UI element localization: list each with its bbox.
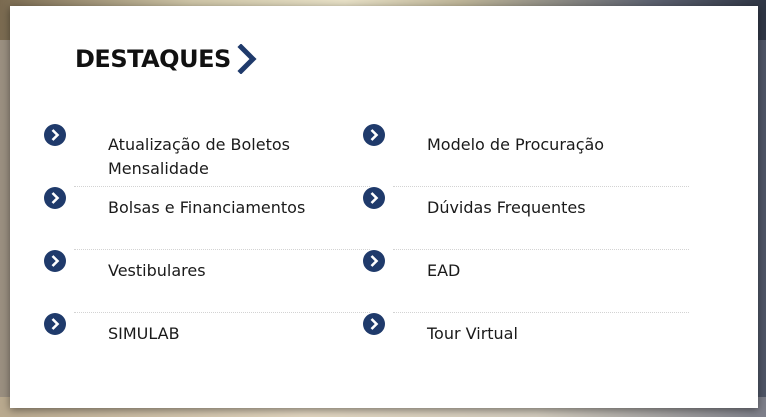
chevron-circle-icon (363, 250, 385, 272)
list-item-label: SIMULAB (108, 324, 180, 343)
list-item-ead[interactable]: EAD (363, 250, 689, 313)
list-item-label: Vestibulares (108, 261, 206, 280)
chevron-circle-icon (363, 124, 385, 146)
list-item-label: EAD (427, 261, 461, 280)
chevron-circle-icon (44, 124, 66, 146)
list-item-bolsas[interactable]: Bolsas e Financiamentos (44, 187, 370, 250)
list-item-vestibulares[interactable]: Vestibulares (44, 250, 370, 313)
chevron-right-icon[interactable] (237, 44, 257, 74)
chevron-circle-icon (44, 187, 66, 209)
list-item-label: Dúvidas Frequentes (427, 198, 586, 217)
section-title: DESTAQUES (75, 45, 231, 73)
list-item-procuracao[interactable]: Modelo de Procuração (363, 124, 689, 187)
list-item-label: Modelo de Procuração (427, 135, 605, 154)
chevron-circle-icon (363, 187, 385, 209)
list-item-simulab[interactable]: SIMULAB (44, 313, 370, 375)
list-item-label: Atualização de Boletos Mensalidade (108, 135, 290, 178)
section-heading: DESTAQUES (75, 44, 257, 74)
list-item-duvidas[interactable]: Dúvidas Frequentes (363, 187, 689, 250)
chevron-circle-icon (44, 313, 66, 335)
chevron-circle-icon (44, 250, 66, 272)
list-item-label: Bolsas e Financiamentos (108, 198, 306, 217)
list-item-boletos[interactable]: Atualização de Boletos Mensalidade (44, 124, 370, 187)
chevron-circle-icon (363, 313, 385, 335)
highlights-panel: DESTAQUES Atualização de Boletos Mensali… (10, 6, 758, 408)
list-item-tour-virtual[interactable]: Tour Virtual (363, 313, 689, 375)
list-item-label: Tour Virtual (427, 324, 518, 343)
